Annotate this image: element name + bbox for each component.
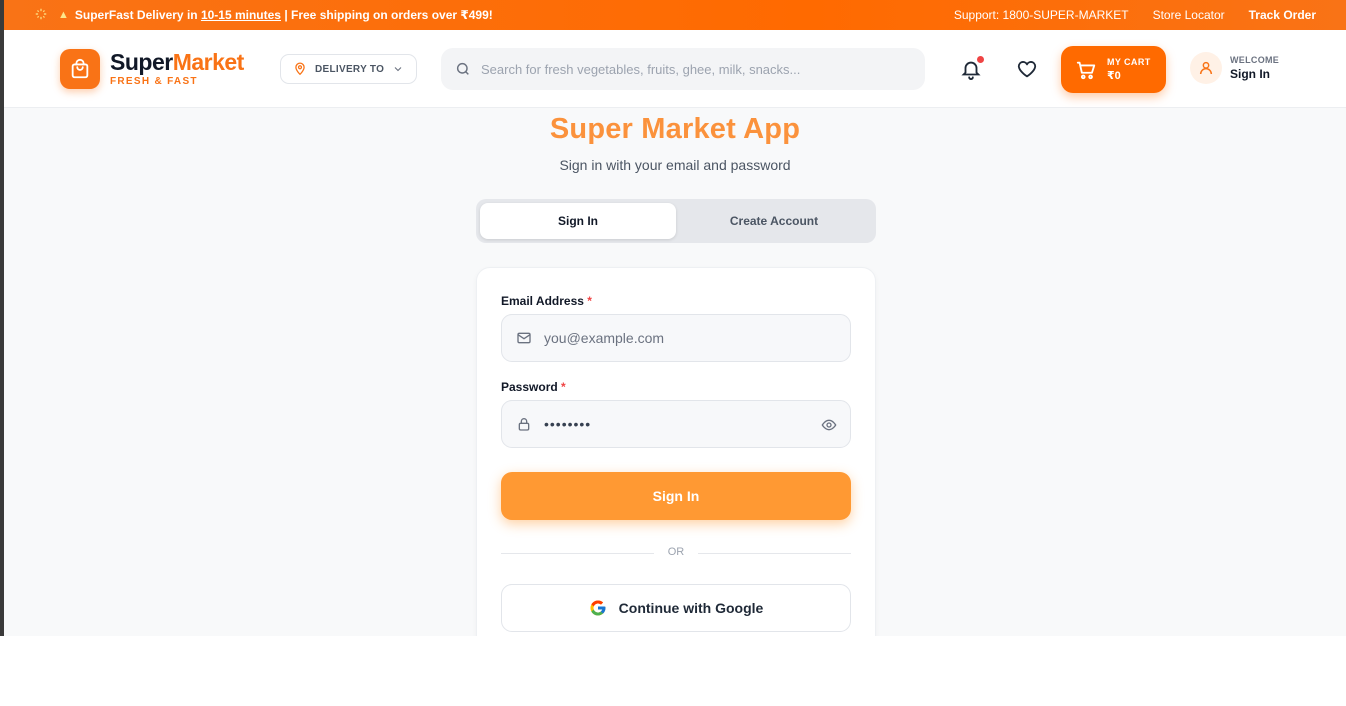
email-field-wrapper	[501, 314, 851, 362]
tab-sign-in[interactable]: Sign In	[480, 203, 676, 239]
cart-summary: MY CART ₹0	[1107, 57, 1151, 82]
auth-tabs: Sign In Create Account	[476, 199, 876, 243]
page-title: Super Market App	[549, 113, 801, 145]
divider-line	[698, 553, 851, 554]
search-input[interactable]	[481, 61, 911, 77]
app-window: ▲ SuperFast Delivery in 10-15 minutes | …	[0, 0, 1346, 636]
google-icon	[590, 600, 606, 616]
user-icon	[1199, 61, 1213, 75]
show-password-toggle[interactable]	[821, 417, 837, 438]
cart-button[interactable]: MY CART ₹0	[1061, 46, 1166, 93]
promo-text-suffix: | Free shipping on orders over ₹499!	[280, 8, 493, 22]
main-header: SuperMarket FRESH & FAST DELIVERY TO MY …	[4, 30, 1346, 108]
brand[interactable]: SuperMarket FRESH & FAST	[110, 48, 244, 87]
promo-text: SuperFast Delivery in	[74, 8, 201, 22]
heart-icon	[1017, 61, 1037, 78]
email-input[interactable]	[544, 330, 814, 346]
brand-tagline: FRESH & FAST	[110, 75, 198, 87]
shopping-bag-icon	[71, 58, 89, 78]
divider-text: OR	[667, 546, 685, 558]
promo-bar: ▲ SuperFast Delivery in 10-15 minutes | …	[4, 0, 1346, 30]
required-mark: *	[587, 294, 592, 308]
delivery-label: DELIVERY TO	[315, 63, 385, 75]
mail-icon	[517, 332, 531, 344]
tab-create-account[interactable]: Create Account	[676, 203, 872, 239]
signin-form: Email Address * Password * Sign In OR Co…	[476, 267, 876, 636]
sign-in-button[interactable]: Sign In	[501, 472, 851, 520]
store-locator-link[interactable]: Store Locator	[1153, 8, 1225, 22]
search-icon	[456, 62, 469, 75]
chevron-down-icon	[394, 67, 402, 72]
email-label: Email Address *	[501, 294, 592, 308]
promo-message: ▲ SuperFast Delivery in 10-15 minutes | …	[34, 7, 493, 24]
track-order-link[interactable]: Track Order	[1249, 8, 1316, 22]
or-divider: OR	[501, 546, 851, 560]
eye-icon	[821, 419, 837, 431]
wishlist-button[interactable]	[1016, 58, 1038, 80]
user-signin-label: Sign In	[1230, 67, 1270, 81]
location-pin-icon	[295, 62, 305, 76]
user-welcome: WELCOME	[1230, 55, 1280, 65]
avatar	[1190, 52, 1222, 84]
page-subtitle: Sign in with your email and password	[559, 157, 791, 173]
password-input[interactable]	[544, 416, 814, 432]
cart-label: MY CART	[1107, 57, 1151, 67]
brand-name: SuperMarket	[110, 48, 244, 75]
search-bar	[441, 48, 925, 90]
promo-highlight: 10-15 minutes	[200, 8, 281, 22]
logo[interactable]	[60, 48, 100, 89]
notifications-button[interactable]	[960, 56, 984, 80]
delivery-location-button[interactable]: DELIVERY TO	[280, 54, 417, 84]
lock-icon	[518, 418, 530, 431]
user-account-button[interactable]: WELCOME Sign In	[1190, 52, 1279, 84]
google-button-label: Continue with Google	[618, 600, 764, 616]
password-field-wrapper	[501, 400, 851, 448]
promo-links: Support: 1800-SUPER-MARKET Store Locator…	[954, 8, 1316, 22]
flame-icon: ▲	[58, 9, 69, 21]
google-signin-button[interactable]: Continue with Google	[501, 584, 851, 632]
shopping-cart-icon	[1076, 61, 1096, 79]
required-mark: *	[561, 380, 566, 394]
sparkle-icon	[34, 7, 48, 24]
support-link[interactable]: Support: 1800-SUPER-MARKET	[954, 8, 1129, 22]
cart-total: ₹0	[1107, 70, 1121, 82]
notification-dot	[977, 56, 984, 63]
password-label: Password *	[501, 380, 566, 394]
